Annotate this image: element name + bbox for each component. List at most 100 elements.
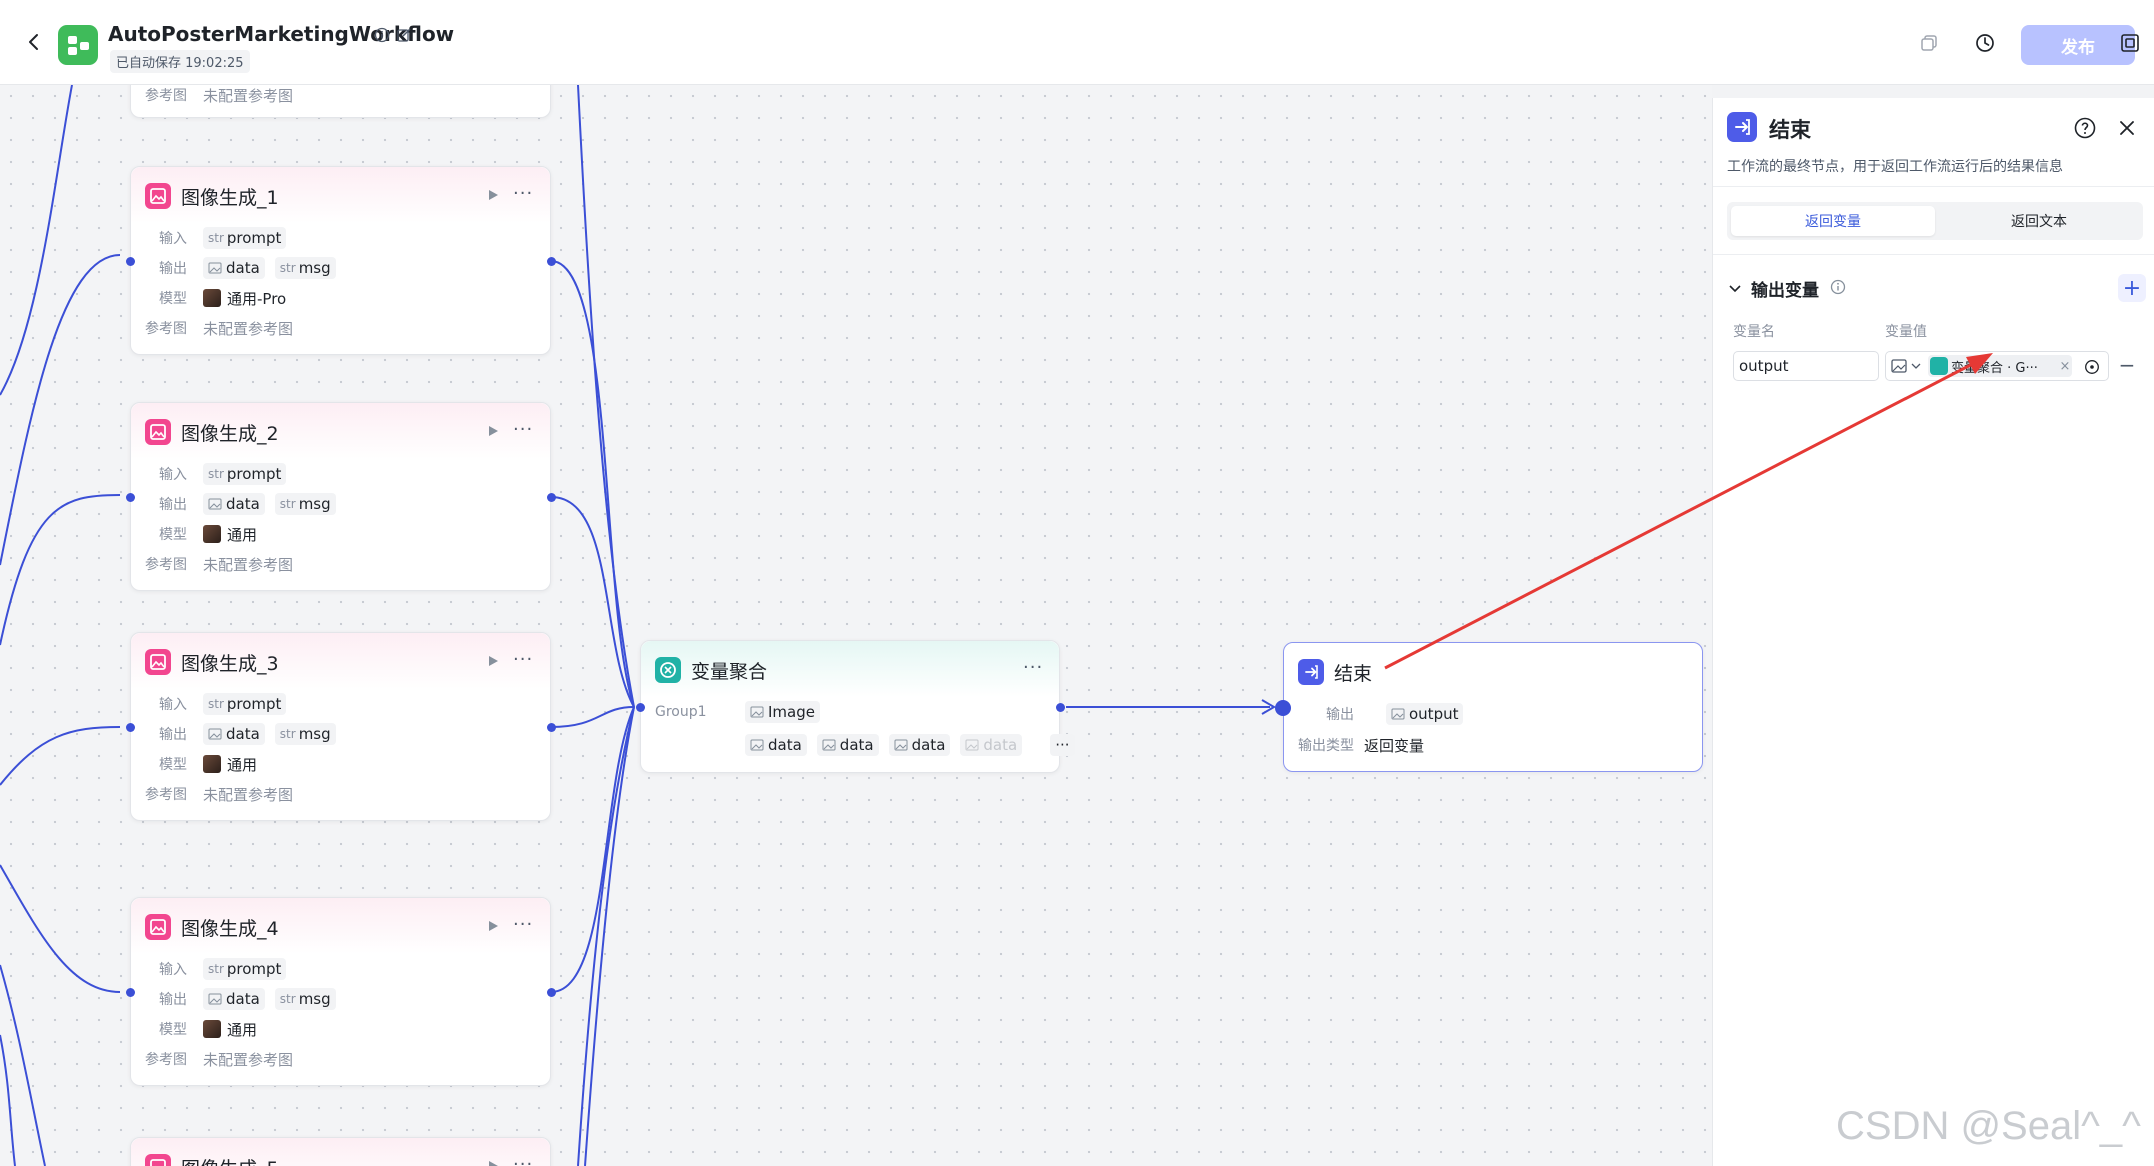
edge-pass-1 xyxy=(577,85,635,708)
chevron-down-icon[interactable] xyxy=(1727,280,1743,296)
run-icon[interactable] xyxy=(486,188,500,202)
layout-icon[interactable] xyxy=(2119,32,2141,54)
output-port[interactable] xyxy=(547,988,556,997)
image-node-3[interactable]: 图像生成_3 ··· 输入 str prompt 输出 data str msg 模型 通用… xyxy=(126,632,556,821)
model-avatar xyxy=(203,1020,221,1038)
end-node[interactable]: 结束 输出 output 输出类型 返回变量 xyxy=(1275,642,1703,772)
type-row: 输出类型 返回变量 xyxy=(1298,736,1425,755)
workflow-canvas[interactable]: 参考图 未配置参考图 图像生成_1 ··· 输入 str prompt 输出 data s… xyxy=(0,85,1712,1166)
tab-return-variable[interactable]: 返回变量 xyxy=(1731,206,1935,236)
output-row: 输出 data str msg xyxy=(145,493,346,515)
group-row: Group1 Image xyxy=(655,701,830,723)
chevron-down-icon[interactable] xyxy=(1910,360,1922,372)
output-port[interactable] xyxy=(547,493,556,502)
image-type-icon xyxy=(750,739,764,751)
run-icon[interactable] xyxy=(486,1159,500,1166)
more-icon[interactable]: ··· xyxy=(513,914,533,935)
image-node-partial[interactable]: 参考图 未配置参考图 xyxy=(130,85,551,118)
node-title: 图像生成_3 xyxy=(181,653,279,675)
panel-description: 工作流的最终节点，用于返回工作流运行后的结果信息 xyxy=(1727,159,2063,175)
node-header: 图像生成_5 ··· xyxy=(131,1138,550,1166)
input-var-chip: str prompt xyxy=(203,227,287,249)
group-var-chip: data xyxy=(745,734,807,756)
input-port[interactable] xyxy=(126,723,135,732)
app-logo-icon xyxy=(58,25,98,65)
group-var-chip: data xyxy=(816,734,879,756)
output-var-chip: str msg xyxy=(274,257,336,279)
run-icon[interactable] xyxy=(486,424,500,438)
variable-name-input[interactable] xyxy=(1733,351,1879,381)
node-header: 图像生成_3 ··· xyxy=(131,633,550,689)
variable-value-selector[interactable]: 变量聚合 · G··· × xyxy=(1885,351,2109,381)
output-var-chip: data xyxy=(203,988,265,1010)
more-icon[interactable]: ··· xyxy=(513,183,533,204)
edit-icon[interactable] xyxy=(396,27,412,43)
info-icon[interactable] xyxy=(1830,279,1846,295)
more-icon[interactable]: ··· xyxy=(1023,657,1043,678)
tab-return-text[interactable]: 返回文本 xyxy=(1937,206,2141,236)
image-type-icon xyxy=(750,706,764,718)
variable-reference-tag[interactable]: 变量聚合 · G··· × xyxy=(1928,355,2072,377)
section-title: 输出变量 xyxy=(1751,281,1819,301)
node-title: 图像生成_4 xyxy=(181,918,279,940)
image-node-1[interactable]: 图像生成_1 ··· 输入 str prompt 输出 data str msg 模型 通用… xyxy=(126,166,556,355)
output-var-chip: str msg xyxy=(274,493,336,515)
input-var-chip: str prompt xyxy=(203,693,287,715)
remove-variable-button[interactable]: − xyxy=(2117,353,2137,377)
more-icon[interactable]: ··· xyxy=(513,1154,533,1166)
more-vars-chip[interactable]: ··· xyxy=(1050,734,1075,756)
model-avatar xyxy=(203,525,221,543)
target-icon[interactable] xyxy=(2084,359,2100,375)
output-var-chip: data xyxy=(203,723,265,745)
output-port[interactable] xyxy=(547,257,556,266)
output-var-chip: data xyxy=(203,493,265,515)
input-port[interactable] xyxy=(1275,700,1291,716)
help-icon[interactable] xyxy=(2073,116,2097,140)
node-config-panel: 结束 工作流的最终节点，用于返回工作流运行后的结果信息 返回变量 返回文本 输出… xyxy=(1712,98,2154,1166)
edge-in-3 xyxy=(0,494,121,646)
image-gen-icon xyxy=(145,1154,171,1166)
output-row: 输出 data str msg xyxy=(145,988,346,1010)
input-row: 输入 str prompt xyxy=(145,958,296,980)
model-avatar xyxy=(203,755,221,773)
ref-row: 参考图 未配置参考图 xyxy=(145,1050,294,1069)
input-port[interactable] xyxy=(636,703,645,712)
output-port[interactable] xyxy=(1056,703,1065,712)
image-node-2[interactable]: 图像生成_2 ··· 输入 str prompt 输出 data str msg 模型 通用… xyxy=(126,402,556,591)
image-gen-icon xyxy=(145,649,171,675)
column-header-value: 变量值 xyxy=(1885,324,1927,340)
run-icon[interactable] xyxy=(486,654,500,668)
divider xyxy=(1713,254,2154,255)
return-mode-tabs: 返回变量 返回文本 xyxy=(1727,202,2143,240)
more-icon[interactable]: ··· xyxy=(513,419,533,440)
node-title: 图像生成_2 xyxy=(181,423,279,445)
image-type-icon[interactable] xyxy=(1890,358,1908,374)
edge-out-4 xyxy=(550,706,635,993)
image-type-icon xyxy=(208,728,222,740)
back-icon[interactable] xyxy=(22,30,46,54)
run-icon[interactable] xyxy=(486,919,500,933)
input-port[interactable] xyxy=(126,988,135,997)
model-row: 模型 通用 xyxy=(159,755,258,774)
history-icon[interactable] xyxy=(1974,32,1996,54)
more-icon[interactable]: ··· xyxy=(513,649,533,670)
edge-pass-2 xyxy=(584,706,635,1166)
aggregator-node[interactable]: 变量聚合 ··· Group1 Image data data data dat… xyxy=(636,640,1075,773)
output-port[interactable] xyxy=(547,723,556,732)
image-type-icon xyxy=(208,498,222,510)
model-row: 模型 通用 xyxy=(159,1020,258,1039)
autosave-status: 已自动保存 19:02:25 xyxy=(110,50,250,73)
remove-tag-icon[interactable]: × xyxy=(2058,359,2072,374)
input-port[interactable] xyxy=(126,257,135,266)
model-avatar xyxy=(203,289,221,307)
info-icon[interactable] xyxy=(374,27,390,43)
image-node-5[interactable]: 图像生成_5 ··· xyxy=(130,1137,551,1166)
copy-icon[interactable] xyxy=(1918,32,1940,54)
ref-row: 参考图 未配置参考图 xyxy=(145,555,294,574)
input-port[interactable] xyxy=(126,493,135,502)
publish-button[interactable]: 发布 xyxy=(2021,25,2135,65)
close-icon[interactable] xyxy=(2115,116,2139,140)
add-variable-button[interactable]: + xyxy=(2118,274,2146,302)
edge-in-1 xyxy=(0,85,73,396)
image-node-4[interactable]: 图像生成_4 ··· 输入 str prompt 输出 data str msg 模型 通用… xyxy=(126,897,556,1086)
